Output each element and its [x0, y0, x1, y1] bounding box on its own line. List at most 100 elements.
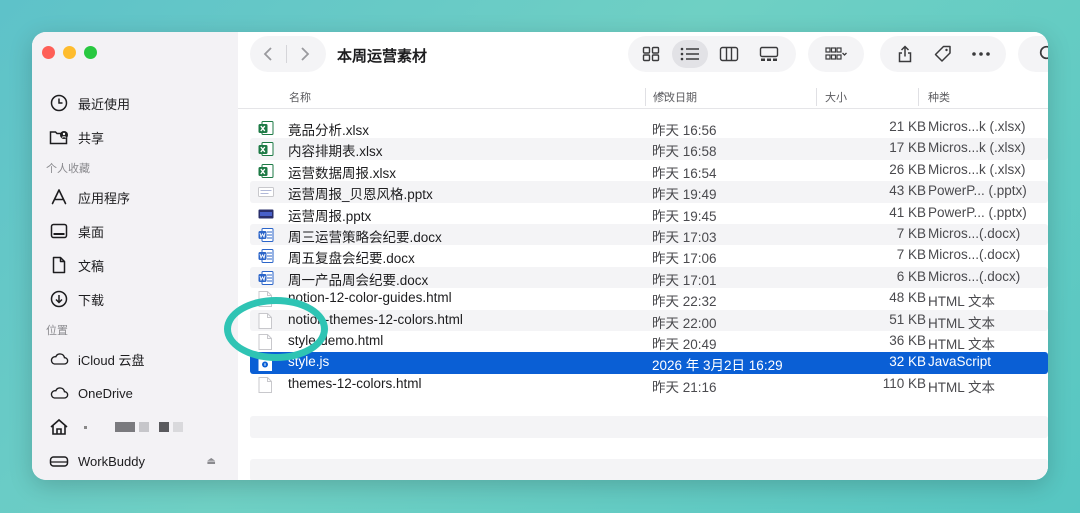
sidebar-item-documents[interactable]: 文稿 [32, 248, 238, 282]
file-row[interactable]: 周三运营策略会纪要.docx 昨天 17:03 7 KB Micros...(.doc… [250, 223, 1048, 246]
sidebar-item-applications[interactable]: 应用程序 [32, 180, 238, 214]
file-modified: 昨天 16:54 [652, 165, 717, 181]
forward-button[interactable] [287, 40, 323, 68]
list-view-button[interactable] [672, 40, 708, 68]
sidebar-item-label: 应用程序 [78, 190, 131, 206]
cloud-icon [49, 383, 69, 403]
column-header-size[interactable]: 大小 [825, 89, 847, 105]
tag-button[interactable] [927, 40, 959, 68]
sidebar-item-downloads[interactable]: 下载 [32, 282, 238, 316]
file-kind: PowerP... (.pptx) [928, 204, 1027, 220]
file-modified: 昨天 17:03 [652, 229, 717, 245]
file-row[interactable]: 运营周报_贝恩风格.pptx 昨天 19:49 43 KB PowerP... (.p… [250, 181, 1048, 203]
group-grid-icon [825, 47, 847, 60]
file-size: 41 KB [889, 204, 926, 220]
more-button[interactable] [965, 40, 997, 68]
word-file-icon [258, 227, 274, 242]
file-row[interactable]: 运营数据周报.xlsx 昨天 16:54 26 KB Micros...k (.xls… [250, 160, 1048, 181]
file-row[interactable]: 运营周报.pptx 昨天 19:45 41 KB PowerP... (.pptx) [250, 203, 1048, 224]
powerpoint-file-icon [258, 184, 274, 199]
file-row-selected[interactable]: style.js 2026 年 3月2日 16:29 32 KB JavaScript [250, 352, 1048, 374]
zoom-window-button[interactable] [84, 46, 97, 59]
file-modified: 昨天 21:16 [652, 379, 717, 395]
sidebar-item-icloud[interactable]: iCloud 云盘 [32, 342, 238, 376]
column-view-button[interactable] [710, 40, 748, 68]
file-size: 110 KB [882, 375, 926, 391]
document-icon [49, 255, 69, 275]
back-button[interactable] [250, 40, 286, 68]
share-icon [898, 45, 912, 63]
file-row[interactable]: style-demo.html 昨天 20:49 36 KB HTML 文本 [250, 331, 1048, 352]
file-row[interactable]: 内容排期表.xlsx 昨天 16:58 17 KB Micros...k (.xlsx… [250, 138, 1048, 160]
column-header-modified[interactable]: 修改日期 [653, 89, 697, 105]
file-row[interactable]: notion-12-color-guides.html 昨天 22:32 48 KB… [250, 288, 1048, 309]
sidebar-item-shared[interactable]: 共享 [32, 120, 238, 154]
file-name: themes-12-colors.html [288, 375, 422, 391]
excel-file-icon [258, 141, 274, 157]
column-header-name[interactable]: 名称 [289, 89, 311, 105]
sidebar-item-label: 最近使用 [78, 96, 131, 112]
sidebar-item-label: 共享 [78, 130, 105, 146]
file-name: 运营周报.pptx [288, 208, 372, 224]
file-row[interactable]: notion-themes-12-colors.html 昨天 22:00 51 K… [250, 309, 1048, 331]
locations-header: 位置 [46, 325, 68, 337]
file-row[interactable]: 竟品分析.xlsx 昨天 16:56 21 KB Micros...k (.xlsx) [250, 117, 1048, 138]
file-name: 内容排期表.xlsx [288, 144, 383, 160]
file-row[interactable]: 周一产品周会纪要.docx 昨天 17:01 6 KB Micros...(.docx… [250, 266, 1048, 289]
file-modified: 昨天 20:49 [652, 336, 717, 352]
file-size: 7 KB [896, 247, 926, 263]
nav-buttons [250, 36, 326, 72]
file-row[interactable]: 周五复盘会纪要.docx 昨天 17:06 7 KB Micros...(.docx) [250, 245, 1048, 266]
sidebar-item-desktop[interactable]: 桌面 [32, 214, 238, 248]
chevron-left-icon [263, 47, 272, 61]
download-icon [49, 289, 69, 309]
icon-view-button[interactable] [632, 40, 670, 68]
file-name: 周三运营策略会纪要.docx [288, 229, 442, 245]
window-title: 本周运营素材 [337, 48, 428, 65]
sidebar-item-label: 文稿 [78, 258, 105, 274]
sidebar-list: 最近使用 共享 个人收藏 应用程序 桌面 文稿 下载 位置 iCloud 云盘 … [32, 86, 238, 478]
file-modified: 昨天 22:00 [652, 315, 717, 331]
file-size: 51 KB [889, 311, 926, 327]
minimize-window-button[interactable] [63, 46, 76, 59]
sidebar-item-label: iCloud 云盘 [78, 352, 145, 368]
sidebar-item-recents[interactable]: 最近使用 [32, 86, 238, 120]
sidebar-item-home[interactable] [32, 410, 238, 444]
sidebar-item-label: WorkBuddy [78, 453, 145, 469]
file-kind: Micros...k (.xlsx) [928, 140, 1026, 156]
file-name: notion-12-color-guides.html [288, 290, 452, 306]
sidebar-item-onedrive[interactable]: OneDrive [32, 376, 238, 410]
toolbar: 本周运营素材 [238, 32, 1048, 78]
share-button[interactable] [889, 40, 921, 68]
sidebar-item-workbuddy[interactable]: WorkBuddy ⏏ [32, 444, 238, 478]
column-headers: 名称 修改日期 大小 种类 [238, 85, 1048, 109]
file-name: 运营周报_贝恩风格.pptx [288, 187, 433, 203]
close-window-button[interactable] [42, 46, 55, 59]
file-modified: 昨天 17:01 [652, 272, 717, 288]
powerpoint-file-icon [258, 206, 274, 221]
eject-icon[interactable]: ⏏ [207, 456, 216, 467]
list-icon [680, 47, 699, 61]
gallery-view-button[interactable] [750, 40, 788, 68]
file-list: 竟品分析.xlsx 昨天 16:56 21 KB Micros...k (.xlsx)… [250, 117, 1048, 395]
file-row[interactable]: themes-12-colors.html 昨天 21:16 110 KB HTML … [250, 374, 1048, 395]
file-modified: 2026 年 3月2日 16:29 [652, 358, 783, 374]
file-name: 周五复盘会纪要.docx [288, 251, 415, 267]
file-size: 48 KB [889, 290, 926, 306]
apps-icon [49, 187, 69, 207]
clock-icon [49, 93, 69, 113]
search-button[interactable] [1018, 36, 1048, 72]
file-modified: 昨天 17:06 [652, 251, 717, 267]
file-kind: HTML 文本 [928, 336, 995, 352]
highlight-circle-annotation [224, 297, 328, 361]
excel-file-icon [258, 120, 274, 135]
file-size: 26 KB [889, 161, 926, 177]
tag-icon [934, 45, 951, 62]
group-button[interactable] [808, 36, 864, 72]
file-size: 21 KB [889, 119, 926, 134]
sidebar: 最近使用 共享 个人收藏 应用程序 桌面 文稿 下载 位置 iCloud 云盘 … [32, 32, 238, 480]
finder-window: 最近使用 共享 个人收藏 应用程序 桌面 文稿 下载 位置 iCloud 云盘 … [32, 32, 1048, 480]
file-modified: 昨天 19:49 [652, 187, 717, 203]
column-header-kind[interactable]: 种类 [928, 89, 950, 105]
home-icon [49, 417, 69, 437]
